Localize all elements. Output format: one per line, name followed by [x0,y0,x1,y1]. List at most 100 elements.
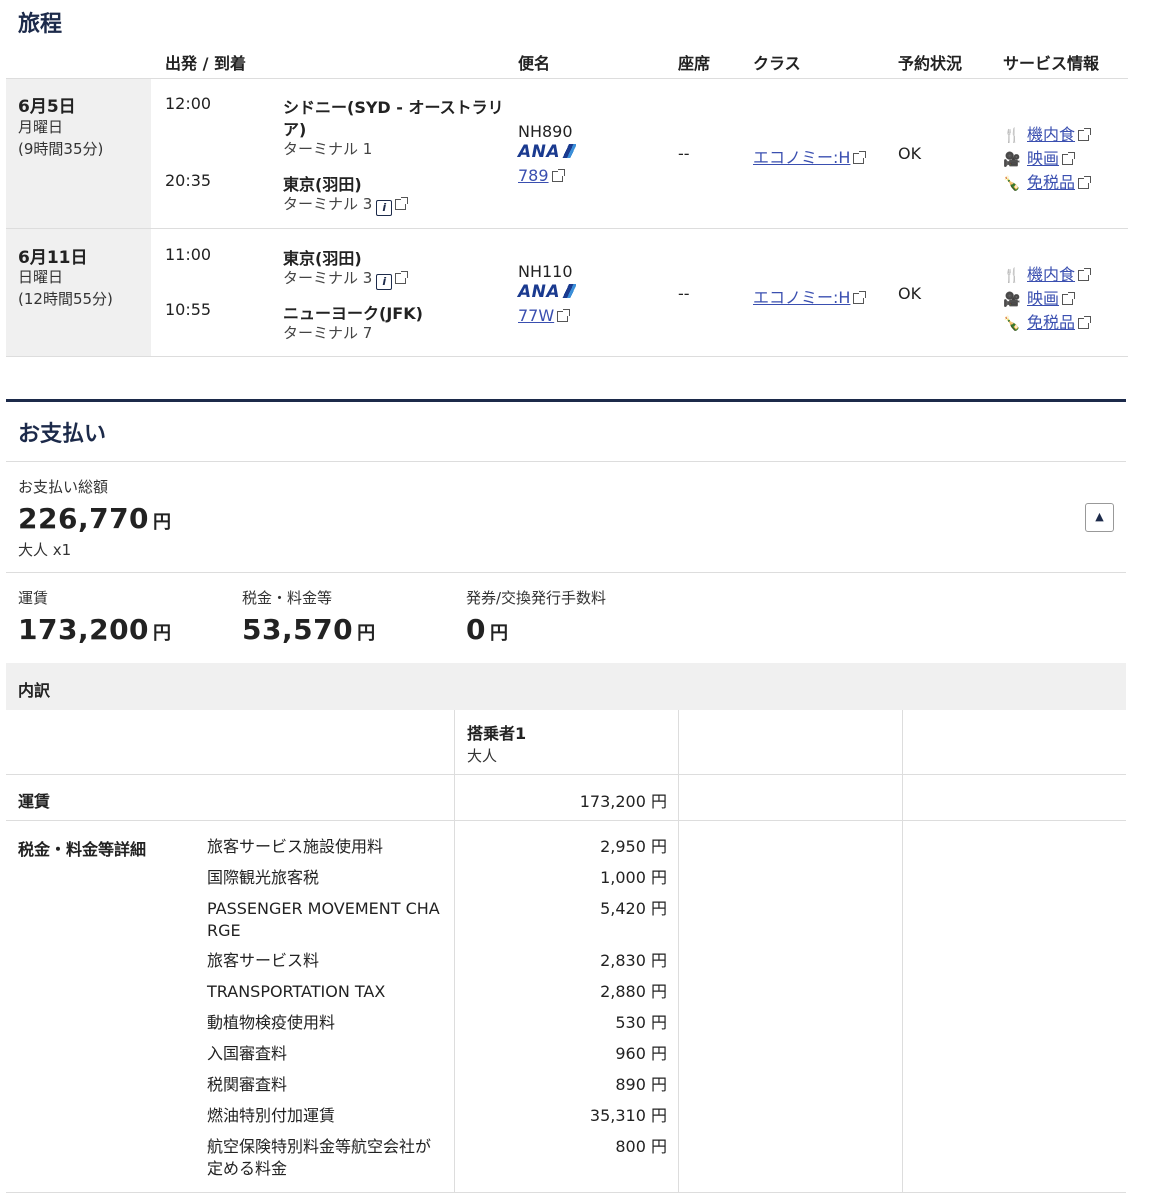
external-link-icon[interactable] [1062,292,1076,305]
leg-2-aircraft-link[interactable]: 77W [518,306,571,325]
breakdown-title: 内訳 [18,681,51,700]
leg-2-airline-logo: ANA [518,282,577,302]
leg-2-svc-meal[interactable]: 🍴 機内食 [1003,261,1092,285]
leg-2-svc-movie[interactable]: 🎥 映画 [1003,285,1076,309]
leg-1-weekday: 月曜日 [18,118,64,136]
info-icon[interactable]: i [376,274,393,290]
leg-2-dep-terminal-row: ターミナル 3i [283,267,409,290]
leg-1-aircraft-link[interactable]: 789 [518,166,565,185]
leg-1-date: 6月5日 [18,97,76,117]
leg-2-dep-place: 東京(羽田) [283,249,362,268]
leg-1-seat: -- [678,144,690,163]
tax-item-name: 航空保険特別料金等航空会社が 定める料金 [207,1137,432,1178]
leg-2-weekday: 日曜日 [18,268,64,286]
film-camera-icon: 🎥 [1003,292,1021,308]
cutlery-icon: 🍴 [1003,128,1021,144]
external-link-icon[interactable] [1078,268,1092,281]
leg-2-class-link[interactable]: エコノミー:H [753,284,867,308]
leg-2-flight-no: NH110 [518,262,573,281]
leg-1-duration: (9時間35分) [18,140,104,158]
leg-2-svc-dutyfree[interactable]: 🍾 免税品 [1003,309,1092,333]
leg-1-arr-terminal-row: ターミナル 3i [283,193,409,216]
tax-item-value: 800 円 [615,1137,667,1156]
tax-amount: 53,570 円 [242,613,376,646]
external-link-icon[interactable] [1062,152,1076,165]
fare-row-label: 運賃 [18,792,51,811]
fare-amount: 173,200 円 [18,613,172,646]
tax-item-name: 旅客サービス施設使用料 [207,837,384,856]
fare-row-value: 173,200 円 [579,792,667,811]
external-link-icon[interactable] [853,291,867,304]
header-dep-arr: 出発 / 到着 [165,54,246,73]
external-link-icon[interactable] [1078,316,1092,329]
total-label: お支払い総額 [18,478,109,496]
tax-item-value: 2,830 円 [600,951,667,970]
tax-label: 税金・料金等 [242,589,333,607]
tax-item-name: 国際観光旅客税 [207,868,320,887]
leg-1-dep-place: シドニー(SYD - オーストラリ [283,98,504,117]
cutlery-icon: 🍴 [1003,268,1021,284]
passenger-type: 大人 [467,747,498,765]
leg-1-flight-no: NH890 [518,122,573,141]
collapse-toggle-button[interactable]: ▲ [1085,503,1114,532]
leg-1-airline-logo: ANA [518,142,577,162]
tax-item-value: 960 円 [615,1044,667,1063]
tax-item-value: 2,950 円 [600,837,667,856]
external-link-icon[interactable] [1078,128,1092,141]
leg-2-status: OK [898,284,922,303]
tax-item-name: TRANSPORTATION TAX [207,982,386,1001]
header-flight: 便名 [518,54,551,73]
leg-2-arr-place: ニューヨーク(JFK) [283,304,423,323]
itinerary-title: 旅程 [18,12,63,37]
leg-1-svc-dutyfree[interactable]: 🍾 免税品 [1003,169,1092,193]
payment-title: お支払い [18,422,107,447]
tax-section-label: 税金・料金等詳細 [18,840,147,859]
breakdown-header [6,663,1126,710]
pax-summary: 大人 x1 [18,541,72,559]
leg-2-dep-time: 11:00 [165,245,212,264]
external-link-icon[interactable] [551,169,565,182]
leg-1-dep-place-cont: ア) [283,120,307,139]
tax-item-name: 旅客サービス料 [207,951,320,970]
tax-item-value: 890 円 [615,1075,667,1094]
ana-logo-text: ANA [518,142,561,162]
section-divider [6,399,1126,402]
leg-2-arr-terminal: ターミナル 7 [283,324,373,342]
external-link-icon[interactable] [1078,176,1092,189]
leg-2-seat: -- [678,284,690,303]
external-link-icon[interactable] [557,309,571,322]
ana-logo-text: ANA [518,282,561,302]
ana-logo-icon [560,284,577,298]
leg-1-svc-movie[interactable]: 🎥 映画 [1003,145,1076,169]
passenger-label: 搭乗者1 [467,724,527,743]
header-status: 予約状況 [898,54,963,73]
leg-1-arr-time: 20:35 [165,171,212,190]
external-link-icon[interactable] [395,271,409,284]
leg-2-arr-time: 10:55 [165,300,212,319]
tax-item-value: 35,310 円 [589,1106,667,1125]
header-service: サービス情報 [1003,54,1100,73]
bottle-icon: 🍾 [1003,316,1021,332]
tax-item-name: 税関審査料 [207,1075,288,1094]
leg-1-arr-terminal: ターミナル 3 [283,195,373,213]
external-link-icon[interactable] [395,197,409,210]
leg-1-class-link[interactable]: エコノミー:H [753,144,867,168]
total-amount: 226,770 円 [18,502,172,535]
tax-item-value: 5,420 円 [600,899,667,918]
info-icon[interactable]: i [376,200,393,216]
leg-1-svc-meal[interactable]: 🍴 機内食 [1003,121,1092,145]
leg-2-dep-terminal: ターミナル 3 [283,269,373,287]
film-camera-icon: 🎥 [1003,152,1021,168]
tax-item-name: PASSENGER MOVEMENT CHA RGE [207,899,440,940]
tax-item-value: 530 円 [615,1013,667,1032]
external-link-icon[interactable] [853,151,867,164]
header-class: クラス [753,54,801,73]
leg-2-date: 6月11日 [18,248,88,268]
fee-label: 発券/交換発行手数料 [466,589,607,607]
tax-item-name: 動植物検疫使用料 [207,1013,336,1032]
chevron-up-icon: ▲ [1095,510,1104,523]
bottle-icon: 🍾 [1003,176,1021,192]
fee-amount: 0円 [466,613,508,646]
fare-label: 運賃 [18,589,49,607]
tax-item-name: 入国審査料 [207,1044,288,1063]
